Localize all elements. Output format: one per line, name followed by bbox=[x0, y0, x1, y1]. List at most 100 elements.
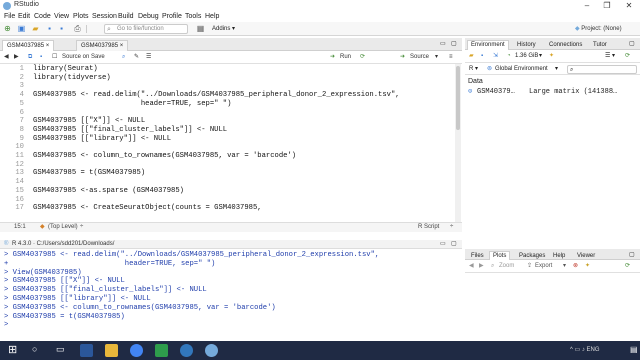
remove-plot-icon[interactable]: ⊗ bbox=[573, 260, 578, 272]
code-line[interactable]: GSM4037985 [["final_cluster_labels"]] <-… bbox=[33, 126, 227, 134]
console-output[interactable]: > GSM4037985 <- read.delim("../Downloads… bbox=[0, 250, 462, 338]
pane-maximize-icon[interactable]: ▢ bbox=[629, 251, 635, 258]
open-workspace-icon[interactable]: ▰ bbox=[469, 50, 474, 62]
minimize-button[interactable]: – bbox=[580, 0, 594, 12]
memory-usage[interactable]: 1.36 GiB bbox=[515, 50, 538, 62]
editor-scrollbar[interactable] bbox=[455, 64, 461, 222]
source-dropdown-icon[interactable]: ▾ bbox=[435, 52, 438, 63]
back-arrow-icon[interactable]: ◀ bbox=[4, 52, 9, 63]
language-selector[interactable]: R bbox=[469, 64, 473, 74]
new-project-icon[interactable]: ▣ bbox=[17, 25, 26, 33]
pane-maximize-icon[interactable]: ▢ bbox=[629, 40, 635, 47]
close-button[interactable]: ✕ bbox=[622, 0, 636, 12]
pane-minimize-icon[interactable]: ▭ bbox=[440, 240, 446, 248]
addins-button[interactable]: Addins ▾ bbox=[212, 24, 235, 34]
menu-help[interactable]: Help bbox=[205, 12, 219, 22]
code-line[interactable]: GSM4037985 <- column_to_rownames(GSM4037… bbox=[33, 152, 296, 160]
refresh-icon[interactable]: ⟳ bbox=[625, 50, 630, 62]
pane-maximize-icon[interactable]: ▢ bbox=[451, 40, 457, 47]
clear-workspace-icon[interactable]: ✦ bbox=[549, 50, 554, 62]
editor-tab-active[interactable]: GSM4037985 × bbox=[2, 40, 55, 51]
show-in-window-icon[interactable]: ⧉ bbox=[28, 52, 32, 63]
run-button[interactable]: Run bbox=[340, 52, 351, 63]
code-line[interactable]: GSM4037985 = t(GSM4037985) bbox=[33, 169, 145, 177]
env-data-row[interactable]: ⊙ GSM40379… Large matrix (141388… bbox=[465, 87, 640, 98]
export-dropdown-icon[interactable]: ▾ bbox=[563, 260, 566, 272]
tab-connections[interactable]: Connections bbox=[545, 40, 586, 50]
forward-arrow-icon[interactable]: ▶ bbox=[14, 52, 19, 63]
outlook-icon[interactable] bbox=[80, 344, 93, 357]
file-type-dropdown-icon[interactable]: ÷ bbox=[450, 223, 453, 232]
save-icon[interactable]: ▪ bbox=[45, 25, 54, 33]
menu-view[interactable]: View bbox=[54, 12, 69, 22]
import-dataset-icon[interactable]: ⇲ bbox=[493, 50, 498, 62]
menu-debug[interactable]: Debug bbox=[138, 12, 159, 22]
save-all-icon[interactable]: ▪ bbox=[57, 25, 66, 33]
code-line[interactable]: library(Seurat) bbox=[33, 65, 98, 73]
zoom-icon[interactable]: ⌕ bbox=[491, 260, 494, 272]
pane-maximize-icon[interactable]: ▢ bbox=[451, 240, 457, 248]
compile-report-icon[interactable]: ☰ bbox=[146, 52, 151, 63]
chrome-icon[interactable] bbox=[130, 344, 143, 357]
windows-start-icon[interactable]: ⊞ bbox=[8, 343, 17, 356]
new-file-icon[interactable]: ⊕ bbox=[3, 25, 12, 33]
rstudio-taskbar-icon[interactable] bbox=[205, 344, 218, 357]
scope-dropdown-icon[interactable]: ▾ bbox=[555, 64, 558, 74]
view-mode-button[interactable]: ☰ ▾ bbox=[605, 50, 615, 62]
expand-icon[interactable]: ⊙ bbox=[468, 87, 472, 98]
code-line[interactable]: GSM4037985 [["library"]] <- NULL bbox=[33, 135, 171, 143]
open-file-icon[interactable]: ▰ bbox=[31, 25, 40, 33]
tab-environment[interactable]: Environment bbox=[467, 40, 509, 50]
file-type-label[interactable]: R Script bbox=[418, 223, 439, 232]
zoom-button[interactable]: Zoom bbox=[499, 260, 514, 272]
scrollbar-thumb[interactable] bbox=[456, 66, 460, 130]
tab-history[interactable]: History bbox=[513, 40, 540, 50]
maximize-button[interactable]: ❐ bbox=[600, 0, 614, 12]
source-arrow-icon[interactable]: ➜ bbox=[400, 52, 405, 63]
code-line[interactable]: GSM4037985 <-as.sparse (GSM4037985) bbox=[33, 187, 184, 195]
clear-plots-icon[interactable]: ✦ bbox=[585, 260, 590, 272]
code-line[interactable]: library(tidyverse) bbox=[33, 74, 111, 82]
save-icon[interactable]: ▪ bbox=[40, 52, 42, 63]
print-icon[interactable]: ⎙ bbox=[73, 25, 82, 33]
file-explorer-icon[interactable] bbox=[105, 344, 118, 357]
menu-plots[interactable]: Plots bbox=[73, 12, 89, 22]
memory-dropdown-icon[interactable]: ▾ bbox=[539, 50, 542, 62]
search-icon[interactable]: ○ bbox=[32, 344, 37, 354]
outline-icon[interactable]: ≡ bbox=[449, 52, 453, 63]
editor-tab-inactive[interactable]: GSM4037985 × bbox=[76, 40, 129, 51]
menu-edit[interactable]: Edit bbox=[18, 12, 30, 22]
goto-file-input[interactable]: ⌕ Go to file/function bbox=[104, 24, 188, 34]
find-replace-icon[interactable]: ⌕ bbox=[122, 52, 125, 63]
scope-label[interactable]: (Top Level) bbox=[48, 223, 78, 232]
task-view-icon[interactable]: ▭ bbox=[56, 344, 65, 355]
code-line[interactable]: GSM4037985 [["X"]] <- NULL bbox=[33, 117, 145, 125]
workspace-panes-icon[interactable]: ▦ bbox=[196, 25, 205, 33]
source-button[interactable]: Source bbox=[410, 52, 429, 63]
save-workspace-icon[interactable]: ▪ bbox=[481, 50, 483, 62]
code-editor[interactable]: 1 library(Seurat) 2 library(tidyverse) 3 4 GSM… bbox=[0, 64, 462, 222]
menu-profile[interactable]: Profile bbox=[162, 12, 182, 22]
code-line[interactable]: GSM4037985 <- read.delim("../Downloads/G… bbox=[33, 91, 400, 99]
scope-selector[interactable]: Global Environment bbox=[495, 64, 548, 74]
volume-icon[interactable]: ♪ bbox=[582, 347, 585, 353]
menu-build[interactable]: Build bbox=[118, 12, 134, 22]
menu-tools[interactable]: Tools bbox=[185, 12, 201, 22]
menu-code[interactable]: Code bbox=[34, 12, 51, 22]
export-icon[interactable]: ⇪ bbox=[527, 260, 532, 272]
tab-tutor[interactable]: Tutor bbox=[589, 40, 611, 50]
code-line[interactable]: GSM4037985 <- CreateSeuratObject(counts … bbox=[33, 204, 262, 212]
export-button[interactable]: Export bbox=[535, 260, 552, 272]
project-menu[interactable]: ◆ Project: (None) bbox=[575, 24, 622, 34]
run-arrow-icon[interactable]: ➜ bbox=[330, 52, 335, 63]
edge-icon[interactable] bbox=[180, 344, 193, 357]
code-line[interactable]: header=TRUE, sep=" ") bbox=[33, 100, 232, 108]
notifications-icon[interactable]: ▤ bbox=[630, 345, 638, 354]
menu-file[interactable]: File bbox=[4, 12, 15, 22]
scope-dropdown-icon[interactable]: ÷ bbox=[80, 223, 83, 232]
source-on-save-checkbox[interactable]: ☐ bbox=[52, 52, 57, 63]
rerun-icon[interactable]: ⟳ bbox=[360, 52, 365, 63]
language-dropdown-icon[interactable]: ▾ bbox=[475, 64, 478, 74]
network-icon[interactable]: ▭ bbox=[575, 347, 581, 353]
excel-icon[interactable] bbox=[155, 344, 168, 357]
